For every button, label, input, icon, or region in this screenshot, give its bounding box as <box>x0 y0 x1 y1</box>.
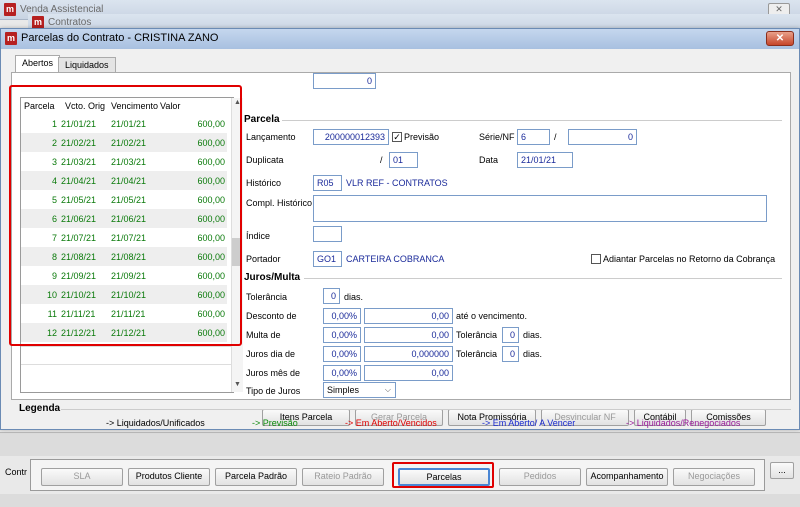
chevron-down-icon: ⌵ <box>384 385 391 394</box>
juros-mes-label: Juros mês de <box>246 368 301 378</box>
legend-em-aberto-a-vencer: -> Em Aberto/ A Vencer <box>482 418 576 428</box>
serie-separator: / <box>554 132 557 142</box>
negociacoes-button[interactable]: Negociações <box>673 468 755 486</box>
tab-liquidados[interactable]: Liquidados <box>58 57 116 73</box>
tolerancia2-label: Tolerância <box>456 330 498 340</box>
tolerancia2-field[interactable]: 0 <box>502 327 519 343</box>
duplicata-field[interactable]: 0 <box>313 73 376 89</box>
lancamento-label: Lançamento <box>246 132 296 142</box>
previsao-checkbox[interactable]: ✓ <box>392 132 402 142</box>
serie-label: Série/NF <box>479 132 515 142</box>
juros-mes-val-field[interactable]: 0,00 <box>364 365 453 381</box>
juros-dia-label: Juros dia de <box>246 349 296 359</box>
bg-child-title: Contratos <box>48 17 92 28</box>
multa-pct-field[interactable]: 0,00% <box>323 327 361 343</box>
historico-desc: VLR REF - CONTRATOS <box>346 178 448 188</box>
produtos-cliente-button[interactable]: Produtos Cliente <box>128 468 210 486</box>
compl-historico-field[interactable] <box>313 195 767 222</box>
legend-em-aberto-vencidos: -> Em Aberto/Vencidos <box>345 418 437 428</box>
grid-empty-row <box>21 346 231 364</box>
bg-more-button[interactable]: ... <box>770 462 794 479</box>
nf-field[interactable]: 0 <box>568 129 637 145</box>
historico-code-field[interactable]: R05 <box>313 175 342 191</box>
pedidos-button[interactable]: Pedidos <box>499 468 581 486</box>
compl-historico-label: Compl. Histórico <box>246 198 313 208</box>
sla-button[interactable]: SLA <box>41 468 123 486</box>
legend-liquidados-renegociados: -> Liquidados/Renegociados <box>626 418 741 428</box>
tipo-juros-label: Tipo de Juros <box>246 386 301 396</box>
bg-toolbar-strip <box>0 432 800 456</box>
portador-label: Portador <box>246 254 281 264</box>
ate-vencimento-label: até o vencimento. <box>456 311 528 321</box>
juros-dia-val-field[interactable]: 0,000000 <box>364 346 453 362</box>
lancamento-field[interactable]: 200000012393 <box>313 129 389 145</box>
legend: Legenda -> Liquidados/Unificados -> Prev… <box>11 403 791 429</box>
dialog-titlebar: m Parcelas do Contrato - CRISTINA ZANO ✕ <box>1 29 799 49</box>
scroll-down-icon[interactable]: ▼ <box>234 381 241 388</box>
bg-status-strip <box>0 494 800 507</box>
juros-dia-pct-field[interactable]: 0,00% <box>323 346 361 362</box>
tipo-juros-value: Simples <box>327 385 360 395</box>
tab-abertos[interactable]: Abertos <box>15 55 61 73</box>
desconto-label: Desconto de <box>246 311 297 321</box>
grid-empty-row <box>21 364 231 382</box>
adiantar-checkbox[interactable] <box>591 254 601 264</box>
bg-left-label: Contr <box>5 467 28 477</box>
tipo-juros-select[interactable]: Simples ⌵ <box>323 382 396 398</box>
parcela-section-title: Parcela <box>244 114 280 125</box>
divider <box>282 120 782 121</box>
legend-title: Legenda <box>19 403 61 414</box>
close-icon[interactable]: ✕ <box>766 31 794 46</box>
highlight-parcelas-box <box>392 462 494 488</box>
dias3-label: dias. <box>523 349 543 359</box>
highlight-grid-box <box>9 85 242 346</box>
dias-label: dias. <box>344 292 364 302</box>
tolerancia-field[interactable]: 0 <box>323 288 340 304</box>
indice-field[interactable] <box>313 226 342 242</box>
portador-desc: CARTEIRA COBRANCA <box>346 254 445 264</box>
dialog-logo-icon: m <box>5 32 17 45</box>
divider <box>61 409 791 410</box>
previsao-label: Previsão <box>404 132 440 142</box>
indice-label: Índice <box>246 231 271 241</box>
dialog-title: Parcelas do Contrato - CRISTINA ZANO <box>21 32 219 44</box>
juros-section-title: Juros/Multa <box>244 272 301 283</box>
acompanhamento-button[interactable]: Acompanhamento <box>586 468 668 486</box>
adiantar-label: Adiantar Parcelas no Retorno da Cobrança <box>603 254 776 264</box>
multa-val-field[interactable]: 0,00 <box>364 327 453 343</box>
data-label: Data <box>479 155 499 165</box>
duplicata-separator: / <box>380 155 383 165</box>
dias2-label: dias. <box>523 330 543 340</box>
legend-previsao: -> Previsão <box>252 418 298 428</box>
duplicata-label: Duplicata <box>246 155 284 165</box>
desconto-val-field[interactable]: 0,00 <box>364 308 453 324</box>
tolerancia3-field[interactable]: 0 <box>502 346 519 362</box>
app-logo-icon: m <box>4 3 16 16</box>
historico-label: Histórico <box>246 178 282 188</box>
desconto-pct-field[interactable]: 0,00% <box>323 308 361 324</box>
legend-liquidados-unificados: -> Liquidados/Unificados <box>106 418 205 428</box>
tolerancia3-label: Tolerância <box>456 349 498 359</box>
juros-mes-pct-field[interactable]: 0,00% <box>323 365 361 381</box>
parcela-padrao-button[interactable]: Parcela Padrão <box>215 468 297 486</box>
portador-code-field[interactable]: GO1 <box>313 251 342 267</box>
duplicata2-field[interactable]: 01 <box>389 152 418 168</box>
divider <box>304 278 782 279</box>
tolerancia-label: Tolerância <box>246 292 288 302</box>
multa-label: Multa de <box>246 330 281 340</box>
data-field[interactable]: 21/01/21 <box>517 152 573 168</box>
rateio-padrao-button[interactable]: Rateio Padrão <box>302 468 384 486</box>
serie-field[interactable]: 6 <box>517 129 550 145</box>
